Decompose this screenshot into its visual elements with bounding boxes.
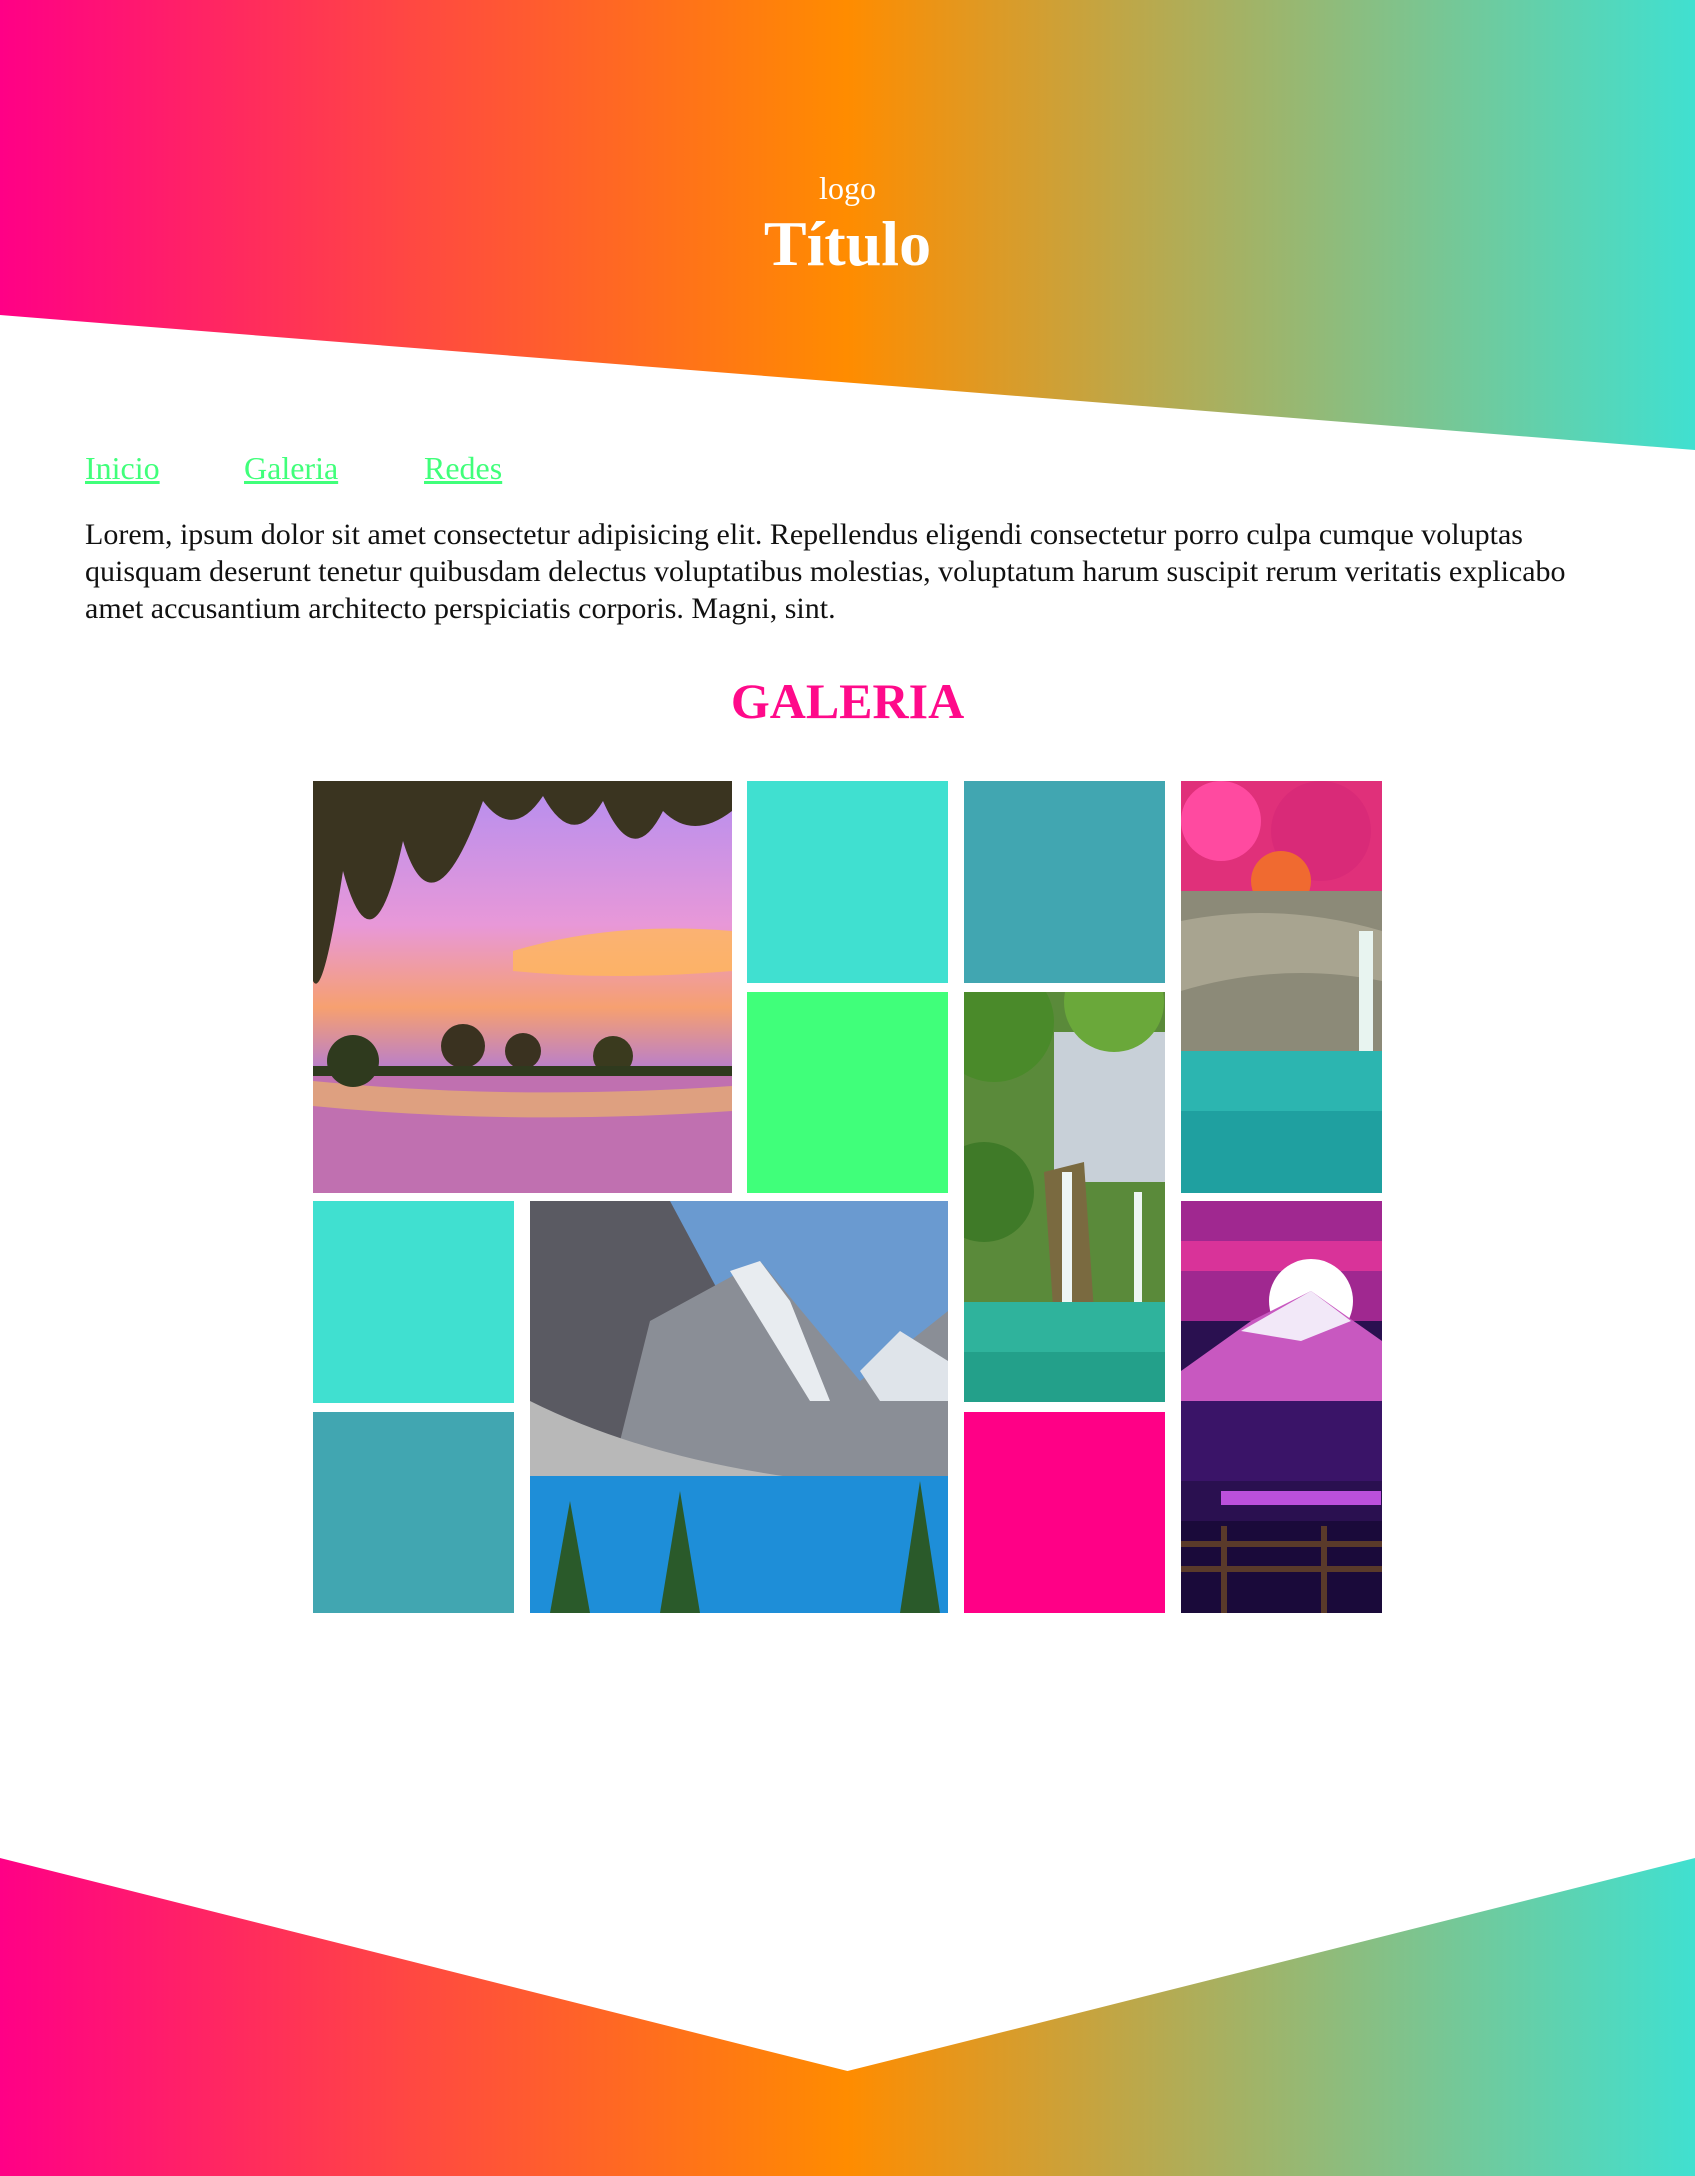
intro-text: Lorem, ipsum dolor sit amet consectetur … xyxy=(85,518,1566,625)
nav-link-redes[interactable]: Redes xyxy=(424,448,502,488)
gallery-tile-teal[interactable] xyxy=(313,1412,514,1613)
footer-banner xyxy=(0,1858,1695,2176)
nav-link-inicio[interactable]: Inicio xyxy=(85,448,160,488)
logo: logo xyxy=(819,170,876,206)
gallery-tile-turquoise[interactable] xyxy=(747,781,948,983)
gallery-tile-turquoise[interactable] xyxy=(313,1201,514,1403)
gallery-tile-green[interactable] xyxy=(747,992,948,1193)
gallery-image-mountain-lake[interactable] xyxy=(530,1201,948,1613)
nav-link-galeria[interactable]: Galeria xyxy=(244,448,338,488)
gallery-image-cliff-waterfall[interactable] xyxy=(1181,781,1382,1193)
gallery-tile-teal[interactable] xyxy=(964,781,1165,983)
gallery-heading: GALERIA xyxy=(730,673,965,729)
page-title: Título xyxy=(763,208,932,279)
gallery-image-neon-sunset[interactable] xyxy=(1181,1201,1382,1613)
gallery-image-sunset-lake[interactable] xyxy=(313,781,732,1193)
gallery-tile-pink[interactable] xyxy=(964,1412,1165,1613)
gallery-image-forest-waterfall[interactable] xyxy=(964,992,1165,1402)
